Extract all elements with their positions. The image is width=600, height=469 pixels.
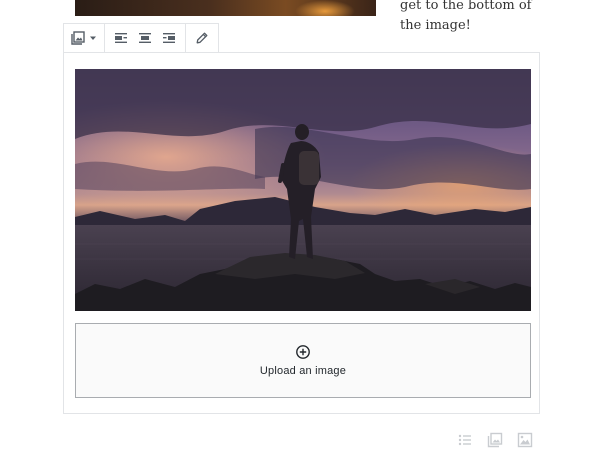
align-center-icon	[139, 33, 151, 43]
align-left-button[interactable]	[109, 25, 133, 51]
align-right-icon	[163, 33, 175, 43]
previous-paragraph: get to the bottom of the image!	[400, 0, 590, 36]
gallery-block[interactable]: Upload an image	[63, 52, 540, 414]
upload-label: Upload an image	[259, 365, 347, 377]
inserter-shortcuts	[457, 432, 533, 448]
gallery-icon	[71, 31, 85, 45]
gallery-icon[interactable]	[487, 432, 503, 448]
list-icon[interactable]	[457, 432, 473, 448]
caret-down-icon	[90, 36, 96, 40]
edit-group	[186, 24, 218, 52]
image-icon[interactable]	[517, 432, 533, 448]
upload-image-button[interactable]: Upload an image	[75, 323, 531, 398]
block-type-switcher-group	[64, 24, 105, 52]
gallery-image[interactable]	[75, 69, 531, 311]
pencil-icon	[196, 32, 208, 44]
previous-image-fragment	[75, 0, 376, 16]
block-type-switcher[interactable]	[68, 25, 100, 51]
edit-button[interactable]	[190, 25, 214, 51]
align-right-button[interactable]	[157, 25, 181, 51]
plus-circle-icon	[296, 345, 310, 359]
align-left-icon	[115, 33, 127, 43]
paragraph-line: get to the bottom of	[400, 0, 532, 13]
paragraph-line: the image!	[400, 18, 471, 33]
landscape-photo	[75, 69, 531, 311]
block-toolbar	[63, 23, 219, 53]
align-center-button[interactable]	[133, 25, 157, 51]
alignment-group	[105, 24, 186, 52]
